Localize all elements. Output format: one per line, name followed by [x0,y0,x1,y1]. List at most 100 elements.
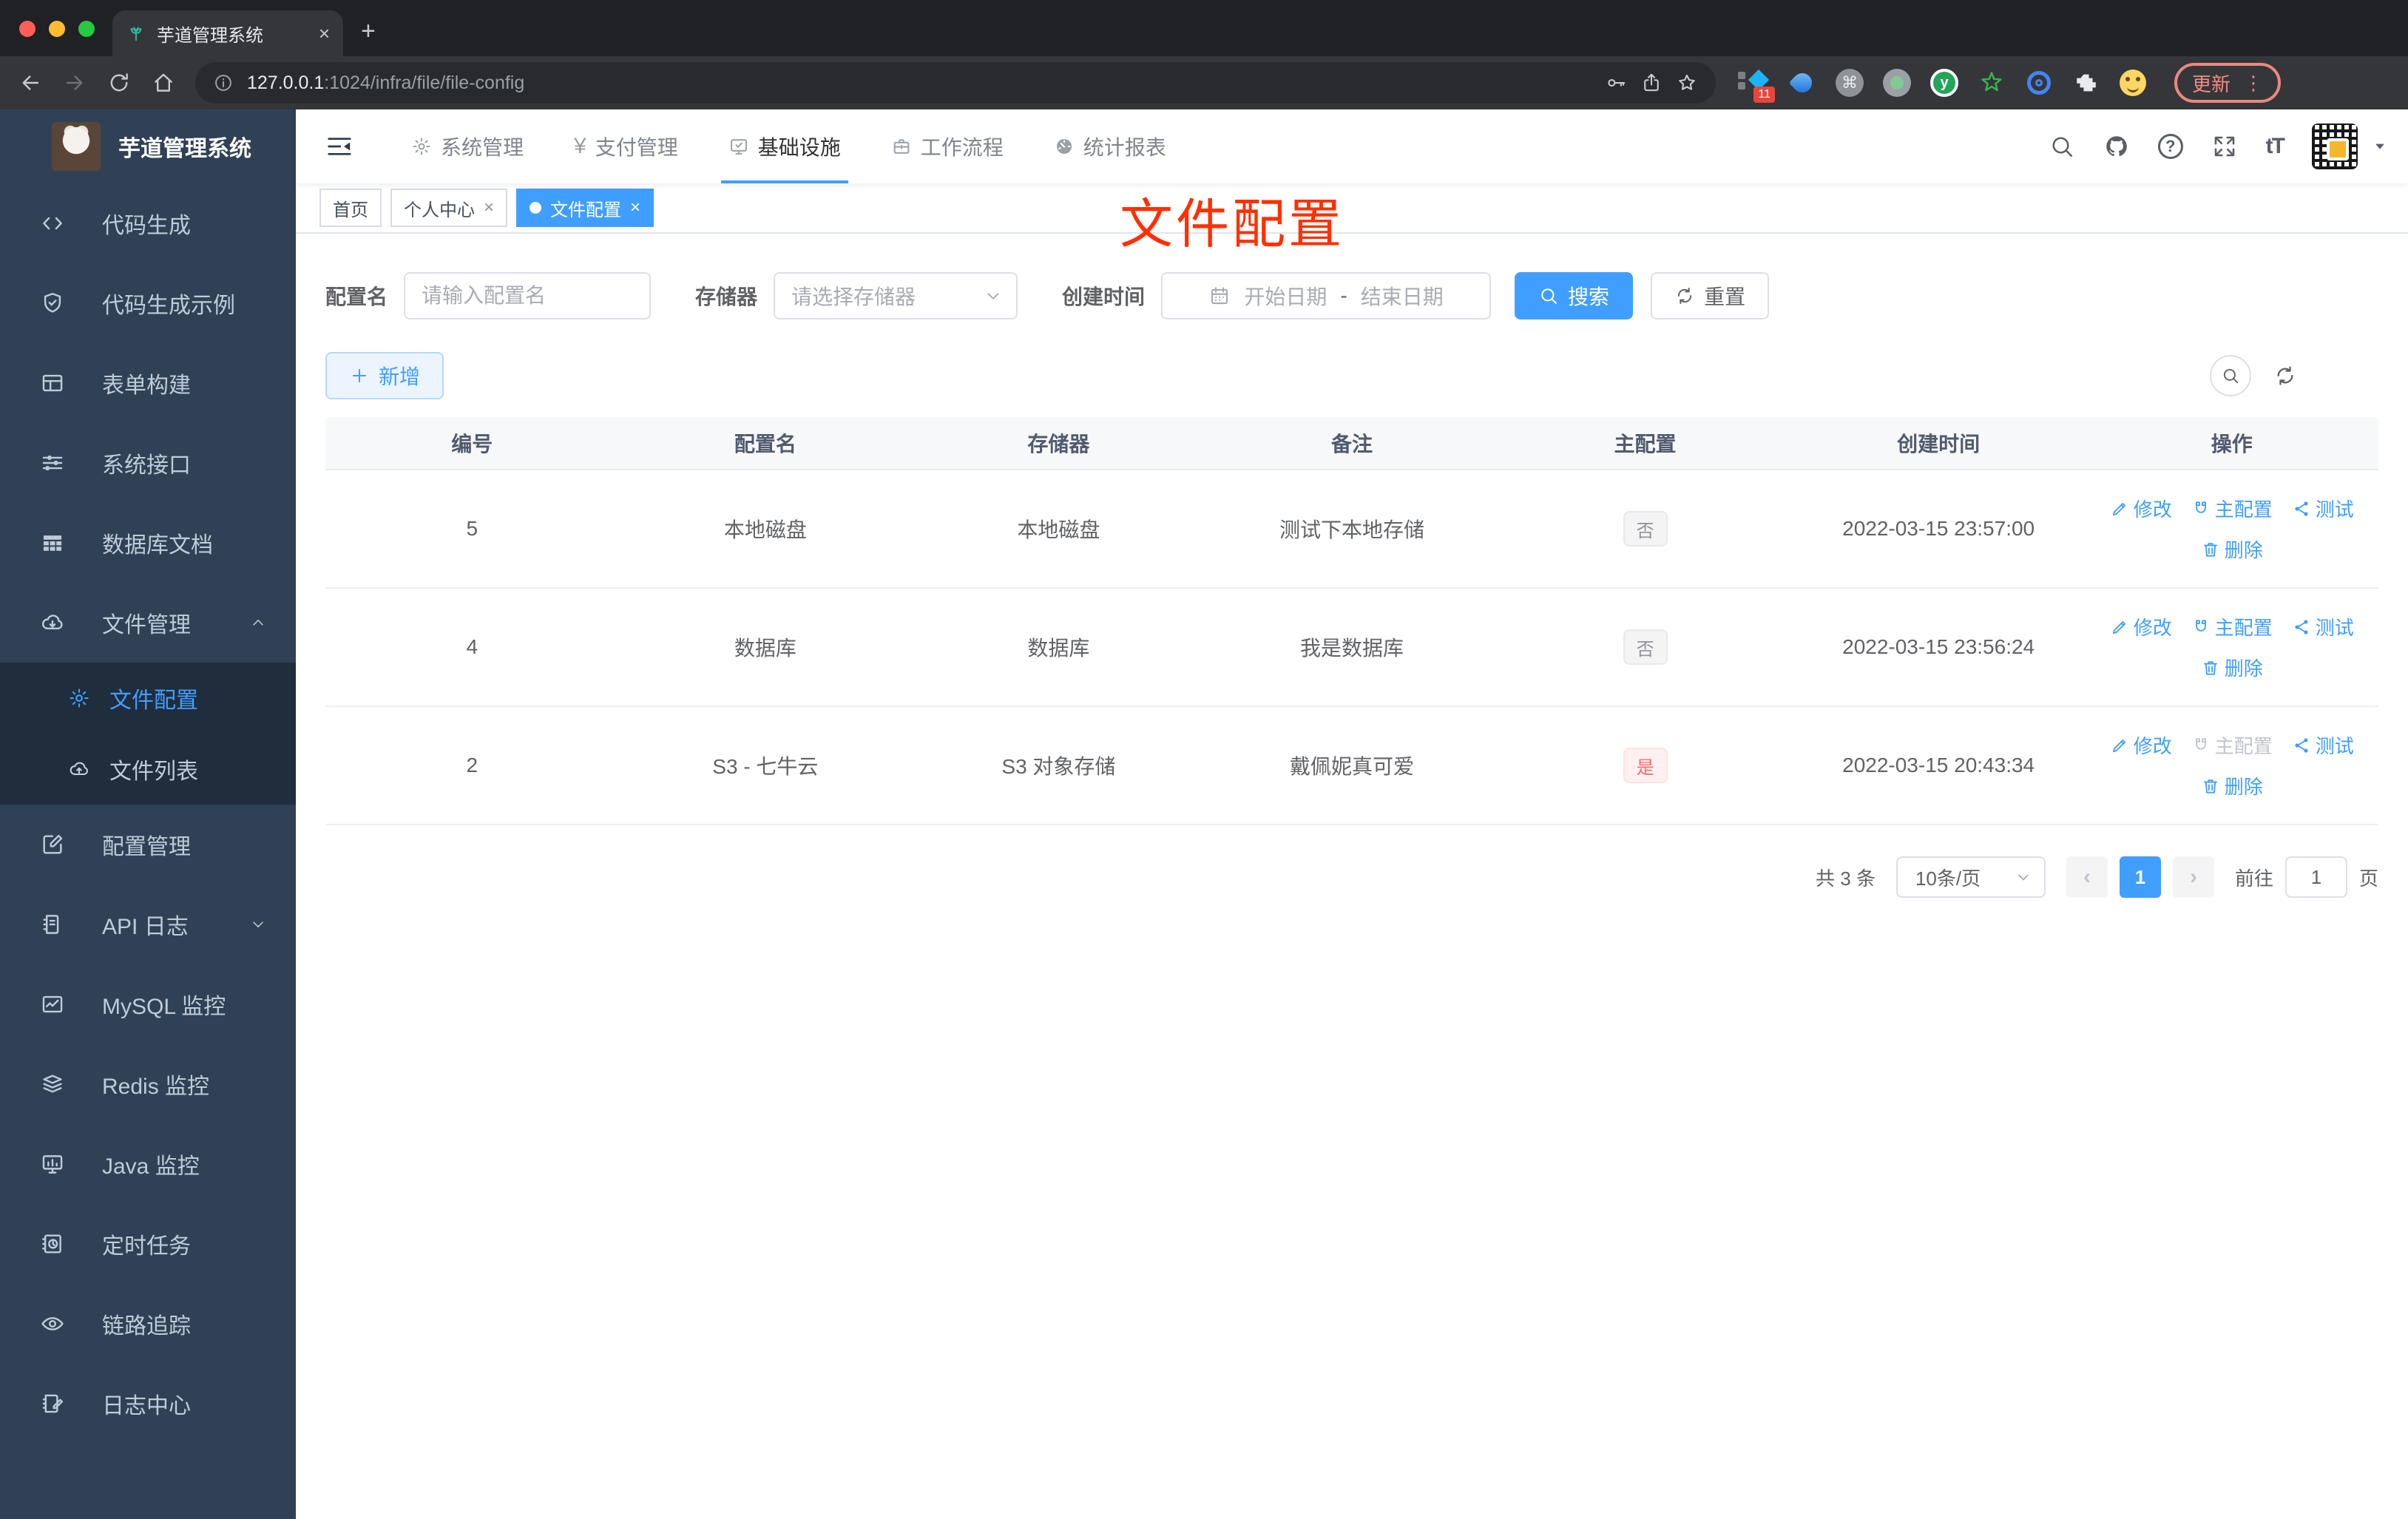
user-dropdown-caret-icon[interactable] [2373,139,2387,154]
share-icon[interactable] [1640,72,1663,94]
font-size-icon[interactable]: tT [2266,134,2285,159]
refresh-table-button[interactable] [2273,364,2297,388]
new-tab-button[interactable]: + [361,17,376,46]
extension-diamond-icon[interactable]: 11 [1738,69,1775,103]
nav-item-reports[interactable]: 统计报表 [1029,109,1191,183]
set-master-link[interactable]: 主配置 [2191,613,2273,640]
next-page-button[interactable]: › [2172,856,2214,898]
bookmark-star-icon[interactable] [1676,72,1698,94]
back-button[interactable] [18,70,43,95]
browser-tab[interactable]: 芋道管理系统 × [112,10,343,56]
magnet-icon [2191,618,2211,637]
test-link[interactable]: 测试 [2292,613,2354,640]
browser-update-button[interactable]: 更新 ⋮ [2174,63,2282,103]
minimize-window-button[interactable] [49,21,65,37]
app-logo[interactable]: 芋道管理系统 [0,109,296,183]
delete-link[interactable]: 删除 [2201,535,2263,563]
extension-star-icon[interactable] [1978,69,2006,97]
window-controls [19,21,95,37]
nav-item-infrastructure[interactable]: 基础设施 [703,109,866,183]
tag-file-config[interactable]: 文件配置 × [516,189,655,227]
sidebar-item-java-monitor[interactable]: Java 监控 [0,1124,296,1204]
password-key-icon[interactable] [1605,72,1627,94]
extension-camera-icon[interactable] [1883,69,1911,97]
sidebar-item-db-doc[interactable]: 数据库文档 [0,503,296,583]
edit-link[interactable]: 修改 [2110,613,2172,640]
extension-command-icon[interactable]: ⌘ [1836,69,1864,97]
config-name-field[interactable] [404,272,652,319]
set-master-link[interactable]: 主配置 [2191,495,2273,522]
config-name-input[interactable] [405,274,650,318]
home-button[interactable] [151,70,176,95]
sidebar-item-api-log[interactable]: API 日志 [0,884,296,964]
sidebar-item-code-example[interactable]: 代码生成示例 [0,263,296,343]
edit-link[interactable]: 修改 [2110,495,2172,522]
tag-home[interactable]: 首页 [319,189,382,227]
chevron-down-icon [2015,868,2032,886]
nav-item-system[interactable]: 系统管理 [386,109,549,183]
shield-check-icon [40,291,65,316]
edit-link[interactable]: 修改 [2110,731,2172,759]
delete-link[interactable]: 删除 [2201,654,2263,681]
prev-page-button[interactable]: ‹ [2066,856,2108,898]
zoom-window-button[interactable] [78,21,95,37]
sidebar-item-scheduled-tasks[interactable]: 定时任务 [0,1204,296,1284]
magnet-icon [2191,736,2211,755]
nav-item-payment[interactable]: ¥ 支付管理 [549,109,703,183]
forward-button[interactable] [62,70,87,95]
refresh-icon [1674,285,1695,306]
reset-button[interactable]: 重置 [1651,272,1770,319]
tag-close-icon[interactable]: × [484,197,494,218]
share-nodes-icon [2292,736,2311,755]
sidebar-item-file-config[interactable]: 文件配置 [0,663,296,734]
fullscreen-icon[interactable] [2211,133,2238,160]
extension-y-icon[interactable]: y [1930,69,1958,97]
pagination: 共 3 条 10条/页 ‹ 1 › 前往 页 [325,856,2378,898]
extensions-puzzle-icon[interactable] [2072,69,2100,97]
sidebar-item-mysql-monitor[interactable]: MySQL 监控 [0,964,296,1044]
table-row: 5 本地磁盘 本地磁盘 测试下本地存储 否 2022-03-15 23:57:0… [325,470,2378,589]
github-icon[interactable] [2103,133,2130,160]
address-bar[interactable]: 127.0.0.1:1024/infra/file/file-config [195,62,1716,104]
page-size-select[interactable]: 10条/页 [1895,856,2046,898]
help-icon[interactable]: ? [2157,134,2183,159]
sidebar-item-redis-monitor[interactable]: Redis 监控 [0,1044,296,1124]
goto-page-input[interactable] [2284,856,2347,898]
tag-close-icon[interactable]: × [630,197,640,218]
top-navbar: 系统管理 ¥ 支付管理 基础设施 工作流程 统计报表 ? tT [296,109,2408,183]
add-button[interactable]: 新增 [325,352,444,399]
chevron-down-icon [250,916,266,933]
gear-icon [68,687,90,709]
sidebar-item-config-management[interactable]: 配置管理 [0,805,296,884]
current-page[interactable]: 1 [2119,856,2161,898]
test-link[interactable]: 测试 [2292,495,2354,522]
extension-eye-icon[interactable] [2025,69,2053,97]
range-separator: - [1340,284,1347,307]
schedule-icon [40,1231,65,1256]
reload-button[interactable] [106,70,132,95]
sidebar-collapse-icon[interactable] [325,132,354,160]
sidebar-item-log-center[interactable]: 日志中心 [0,1364,296,1444]
avatar[interactable] [2312,124,2358,169]
search-icon[interactable] [2049,133,2075,160]
sidebar-item-file-management[interactable]: 文件管理 [0,583,296,663]
sidebar-item-code-generation[interactable]: 代码生成 [0,183,296,263]
sidebar-submenu-file: 文件配置 文件列表 [0,663,296,805]
sidebar-item-system-api[interactable]: 系统接口 [0,423,296,503]
extension-emoji-icon[interactable] [2120,70,2146,96]
nav-item-workflow[interactable]: 工作流程 [866,109,1029,183]
extension-kite-icon[interactable] [1788,69,1816,97]
close-window-button[interactable] [19,21,35,37]
storage-select[interactable]: 请选择存储器 [774,272,1018,319]
toggle-search-button[interactable] [2210,355,2251,396]
test-link[interactable]: 测试 [2292,731,2354,759]
delete-link[interactable]: 删除 [2201,772,2263,799]
date-range-picker[interactable]: 开始日期 - 结束日期 [1161,272,1492,319]
sidebar-item-form-builder[interactable]: 表单构建 [0,343,296,423]
site-info-icon[interactable] [213,72,234,93]
tag-profile[interactable]: 个人中心 × [390,189,508,227]
search-button[interactable]: 搜索 [1515,272,1634,319]
tab-close-icon[interactable]: × [319,24,330,43]
sidebar-item-tracing[interactable]: 链路追踪 [0,1284,296,1364]
sidebar-item-file-list[interactable]: 文件列表 [0,734,296,805]
